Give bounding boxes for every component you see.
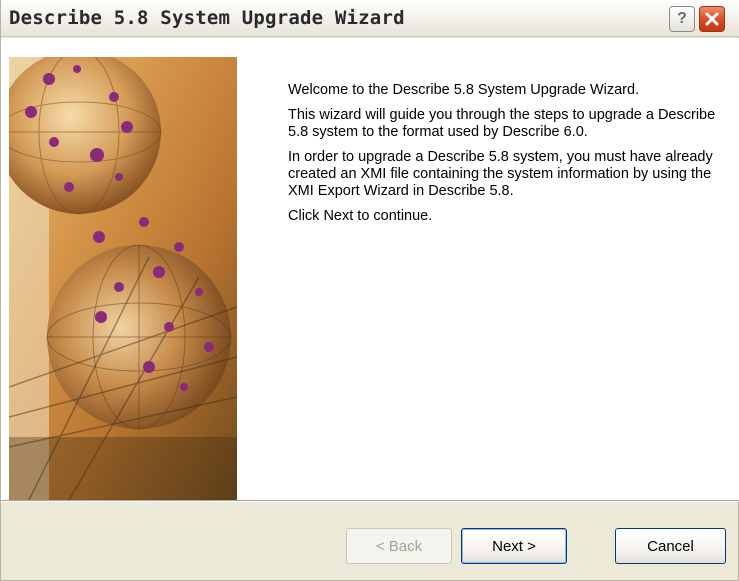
- next-button[interactable]: Next >: [461, 528, 567, 564]
- close-button[interactable]: [699, 6, 725, 32]
- close-icon: [705, 12, 719, 26]
- decorative-globe-art: [9, 57, 237, 500]
- welcome-paragraph-2: In order to upgrade a Describe 5.8 syste…: [288, 149, 713, 199]
- window-title: Describe 5.8 System Upgrade Wizard: [9, 7, 405, 29]
- wizard-side-image: [9, 57, 237, 500]
- welcome-heading: Welcome to the Describe 5.8 System Upgra…: [288, 82, 640, 98]
- welcome-text: Welcome to the Describe 5.8 System Upgra…: [288, 82, 728, 233]
- back-button[interactable]: < Back: [346, 528, 452, 564]
- title-bar[interactable]: Describe 5.8 System Upgrade Wizard ?: [1, 0, 739, 37]
- button-area-separator: [1, 500, 739, 502]
- wizard-window: Describe 5.8 System Upgrade Wizard ? Wel…: [0, 0, 739, 581]
- welcome-paragraph-3: Click Next to continue.: [288, 208, 433, 224]
- help-button[interactable]: ?: [669, 6, 695, 32]
- help-icon: ?: [677, 10, 687, 27]
- welcome-paragraph-1: This wizard will guide you through the s…: [288, 107, 716, 140]
- cancel-button[interactable]: Cancel: [615, 528, 726, 564]
